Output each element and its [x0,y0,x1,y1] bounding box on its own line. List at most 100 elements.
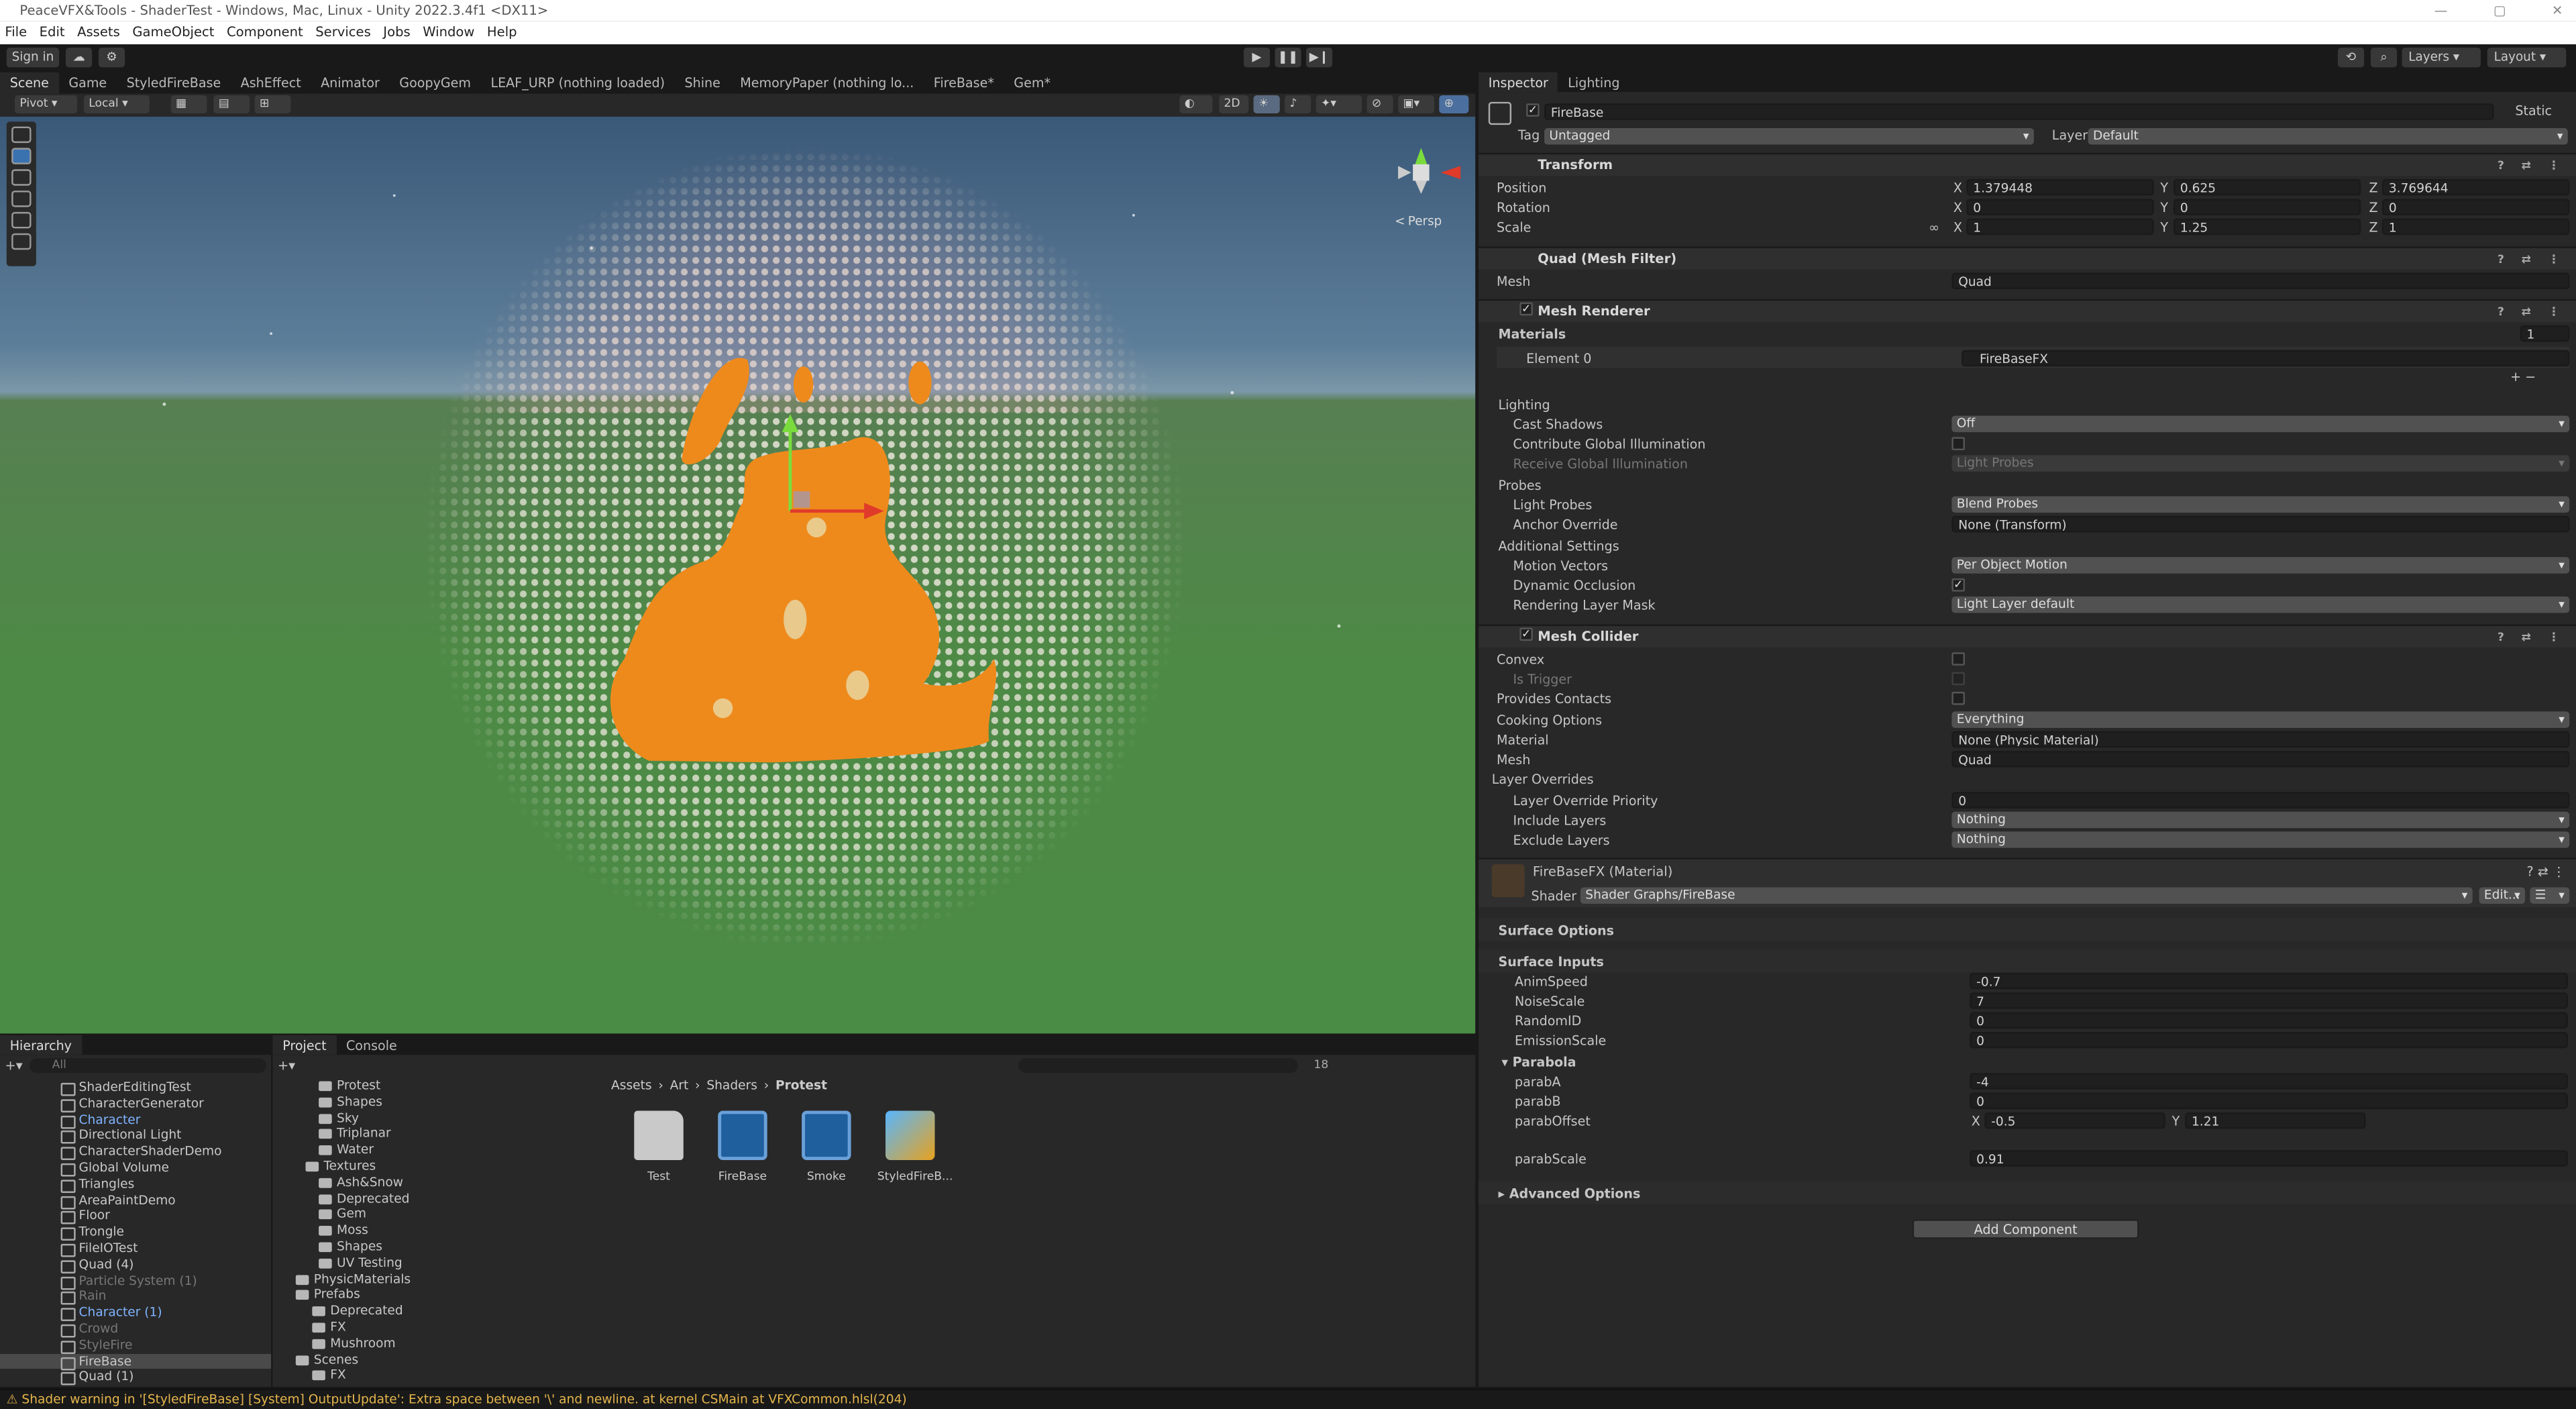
scene-viewport[interactable]: < Persp [0,116,1476,1034]
rendering-layer-mask-dropdown[interactable]: Light Layer default [1951,596,2570,613]
settings-icon[interactable]: ⚙ [98,48,125,68]
dynamic-occlusion-checkbox[interactable]: ✓ [1951,578,1966,592]
tab-console[interactable]: Console [336,1035,407,1055]
surface-inputs-foldout[interactable]: Surface Inputs [1498,955,1603,970]
play-button[interactable]: ▶ [1243,48,1271,68]
rotation-x-field[interactable]: 0 [1966,199,2154,215]
tab-memorypaper[interactable]: MemoryPaper (nothing lo... [731,72,924,94]
close-icon[interactable]: ✕ [2552,0,2563,21]
hierarchy-item[interactable]: Character (1) [0,1305,271,1321]
convex-checkbox[interactable] [1951,652,1966,666]
search-icon[interactable]: ⌕ [2370,48,2398,68]
mesh-collider-enabled-checkbox[interactable]: ✓ [1519,627,1533,641]
hierarchy-item[interactable]: Global Volume [0,1160,271,1176]
lighting-toggle-icon[interactable]: ☀ [1253,95,1280,113]
hierarchy-item[interactable]: Triangles [0,1176,271,1192]
hierarchy-item[interactable]: Quad (1) [0,1369,271,1386]
mesh-filter-header[interactable]: Quad (Mesh Filter) ? ⇄ ⋮ [1479,246,2576,270]
hierarchy-item[interactable]: Quad (4) [0,1257,271,1273]
tab-gem[interactable]: Gem* [1004,72,1061,94]
sign-in-button[interactable]: Sign in [6,48,60,68]
rotation-z-field[interactable]: 0 [2382,199,2570,215]
cast-shadows-dropdown[interactable]: Off [1951,415,2570,433]
project-folder-item[interactable]: Prefabs [273,1287,592,1303]
tab-shine[interactable]: Shine [675,72,731,94]
menu-file[interactable]: File [5,25,27,40]
layer-dropdown[interactable]: Default [2088,128,2568,145]
project-folder-item[interactable]: Deprecated [273,1303,592,1319]
project-add-icon[interactable]: +▾ [278,1057,295,1072]
tab-asheffect[interactable]: AshEffect [231,72,311,94]
orientation-gizmo[interactable] [1398,148,1461,194]
asset-firebase-shader[interactable]: FireBase [710,1110,775,1183]
minimize-icon[interactable]: — [2434,0,2448,21]
hierarchy-item[interactable]: FireBase [0,1353,272,1369]
scale-x-field[interactable]: 1 [1966,218,2154,236]
grid-snap-icon[interactable]: ▦ [170,95,207,113]
audio-toggle-icon[interactable]: ♪ [1285,95,1311,113]
probes-section[interactable]: Probes [1498,478,1541,493]
surface-options-row[interactable] [1479,918,2576,942]
constrain-proportions-icon[interactable]: ∞ [1929,220,1939,235]
asset-test-folder[interactable]: Test [626,1110,692,1183]
active-checkbox[interactable]: ✓ [1526,103,1540,117]
tab-scene[interactable]: Scene [0,72,59,94]
project-folder-item[interactable]: Water [273,1143,592,1159]
project-folder-item[interactable]: Protest [273,1078,592,1094]
lighting-section[interactable]: Lighting [1498,398,1550,413]
history-icon[interactable]: ⟲ [2337,48,2365,68]
parabola-foldout[interactable]: ▾ Parabola [1501,1055,1576,1069]
hidden-objects-icon[interactable]: ⊘ [1366,95,1393,113]
scale-tool-icon[interactable] [11,191,32,207]
anchor-override-field[interactable]: None (Transform) [1951,515,2570,533]
component-menu-icon[interactable]: ? ⇄ ⋮ [2498,301,2566,323]
step-button[interactable]: ▶❙ [1305,48,1333,68]
layer-overrides-section[interactable]: Layer Overrides [1492,772,1594,787]
hierarchy-item[interactable]: Trongle [0,1224,271,1241]
hierarchy-item[interactable]: FileIOTest [0,1241,271,1257]
persp-label[interactable]: Persp [1408,213,1442,228]
menu-gameobject[interactable]: GameObject [132,25,214,40]
hand-tool-icon[interactable] [11,126,32,144]
snap-increment-icon[interactable]: ▤ [213,95,250,113]
component-menu-icon[interactable]: ? ⇄ ⋮ [2498,626,2566,649]
mesh-filter-field[interactable]: Quad [1951,272,2570,290]
noise-scale-field[interactable]: 7 [1970,992,2568,1009]
cooking-options-dropdown[interactable]: Everything [1951,711,2570,728]
project-folder-item[interactable]: Shapes [273,1239,592,1255]
project-folder-item[interactable]: FX [273,1319,592,1335]
is-trigger-checkbox[interactable] [1951,672,1966,686]
maximize-icon[interactable]: ▢ [2493,0,2506,21]
tab-game[interactable]: Game [59,72,117,94]
position-x-field[interactable]: 1.379448 [1966,178,2154,196]
tab-animator[interactable]: Animator [311,72,389,94]
random-id-field[interactable]: 0 [1970,1012,2568,1029]
shader-menu-button[interactable]: ☰ [2530,887,2570,904]
transform-tool-icon[interactable] [11,233,32,250]
breadcrumb-art[interactable]: Art [670,1078,689,1093]
hierarchy-item[interactable]: AreaPaintDemo [0,1192,271,1208]
light-probes-dropdown[interactable]: Blend Probes [1951,496,2570,513]
project-folder-item[interactable]: Mushroom [273,1335,592,1351]
menu-component[interactable]: Component [227,25,303,40]
provides-contacts-checkbox[interactable] [1951,692,1966,705]
exclude-layers-dropdown[interactable]: Nothing [1951,831,2570,848]
rotate-tool-icon[interactable] [11,169,32,186]
anim-speed-field[interactable]: -0.7 [1970,972,2568,990]
motion-vectors-dropdown[interactable]: Per Object Motion [1951,557,2570,574]
menu-services[interactable]: Services [315,25,371,40]
tab-lighting[interactable]: Lighting [1558,72,1630,92]
layer-override-priority-field[interactable]: 0 [1951,792,2570,808]
collider-material-field[interactable]: None (Physic Material) [1951,731,2570,748]
hierarchy-item[interactable]: Rain [0,1289,271,1305]
advanced-options-foldout[interactable]: ▸ Advanced Options [1498,1186,1640,1201]
menu-jobs[interactable]: Jobs [383,25,410,40]
cloud-icon[interactable]: ☁ [65,48,93,68]
project-folder-item[interactable]: FX [273,1367,592,1384]
component-menu-icon[interactable]: ? ⇄ ⋮ [2527,864,2565,879]
tab-styledfirebase[interactable]: StyledFireBase [117,72,231,94]
shader-edit-button[interactable]: Edit... [2479,887,2526,904]
parab-offset-y-field[interactable]: 1.21 [2185,1112,2366,1129]
menu-assets[interactable]: Assets [77,25,120,40]
hierarchy-item[interactable]: ShaderEditingTest [0,1080,271,1096]
